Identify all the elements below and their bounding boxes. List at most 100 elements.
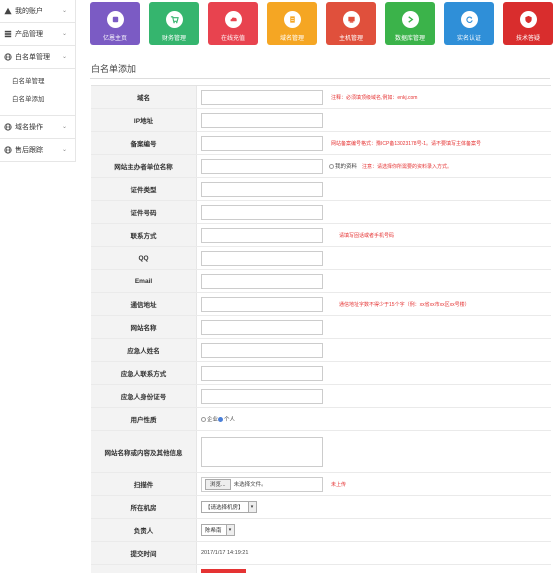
sidebar-item-whitelist[interactable]: 白名单管理 ⌄ [0,46,76,69]
emer-contact-input[interactable] [201,365,323,381]
field-label: 网站名称 [91,316,197,338]
globe-icon [3,53,12,62]
form-row-submit-time: 提交时间 2017/1/17 14:19:21 [91,542,551,565]
qq-input[interactable] [201,250,323,266]
field-label: 网站主办者单位名称 [91,155,197,177]
address-input[interactable] [201,296,323,312]
form-row-cert-type: 证件类型 [91,178,551,201]
chevron-down-icon: ⌄ [61,54,67,60]
form-row-scan: 扫描件 浏览... 未选择文件。 未上传 [91,473,551,496]
email-input[interactable] [201,273,323,289]
form-row-site-name: 网站名称 [91,316,551,339]
field-label: 证件号码 [91,201,197,223]
arrow-right-icon [401,11,419,28]
field-label: 所在机房 [91,496,197,518]
emer-id-input[interactable] [201,388,323,404]
tile-domain[interactable]: 域名管理 [267,2,317,45]
field-label: 应急人联系方式 [91,362,197,384]
form-row-qq: QQ [91,247,551,270]
sidebar-item-label: 白名单管理 [15,54,50,61]
personal-radio[interactable]: 个人 [218,415,235,423]
field-label: 用户性质 [91,408,197,430]
field-label: 应急人身份证号 [91,385,197,407]
server-icon [342,11,360,28]
whitelist-form: 域名 注释：必须填顶级域名,例如：enkj.com IP地址 备案编号 网站备案… [91,85,551,573]
chevron-down-icon: ⌄ [61,31,67,37]
shield-icon [519,11,537,28]
tile-recharge[interactable]: 在线充值 [208,2,258,45]
host-input[interactable] [201,158,323,174]
file-status: 未选择文件。 [233,482,267,488]
form-row-address: 通信地址 通信地址字数不得少于15个字（例：xx省xx市xx区xx号楼） [91,293,551,316]
site-content-textarea[interactable] [201,436,323,467]
form-row-ip: IP地址 [91,109,551,132]
sidebar-item-my-account[interactable]: 我的账户 ⌄ [0,0,76,23]
sidebar-item-label: 我的账户 [15,8,43,15]
sidebar-subitem-whitelist-manage[interactable]: 白名单管理 [0,73,75,91]
field-label: 证件类型 [91,178,197,200]
form-row-contact: 联系方式 请填写固话或者手机号码 [91,224,551,247]
refresh-icon [460,11,478,28]
chevron-down-icon: ⌄ [61,8,67,14]
contact-input[interactable] [201,227,323,243]
domain-input[interactable] [201,89,323,105]
sidebar-item-products[interactable]: 产品管理 ⌄ [0,23,76,46]
cloud-icon [224,11,242,28]
beian-input[interactable] [201,135,323,151]
page-title: 白名单添加 [91,64,137,74]
field-label: 备案编号 [91,132,197,154]
tile-database[interactable]: 数据库管理 [385,2,435,45]
room-select[interactable]: 【请选择机房】 ▾ [201,501,257,513]
submit-time-value: 2017/1/17 14:19:21 [201,550,249,556]
home-icon [106,11,124,28]
scan-note: 未上传 [331,481,347,488]
field-label: 扫描件 [91,473,197,495]
form-row-owner: 负责人 陈希南 ▾ [91,519,551,542]
field-label: Email [91,270,197,292]
field-label-empty [91,565,197,573]
chevron-down-icon: ⌄ [61,147,67,153]
address-note: 通信地址字数不得少于15个字（例：xx省xx市xx区xx号楼） [339,301,470,308]
file-input[interactable]: 浏览... 未选择文件。 [201,476,323,492]
emer-name-input[interactable] [201,342,323,358]
field-label: 域名 [91,86,197,108]
form-row-host: 网站主办者单位名称 我的资料 注意：请选择你所需要的资料录入方式。 [91,155,551,178]
form-row-email: Email [91,270,551,293]
chevron-down-icon: ⌄ [61,124,67,130]
site-name-input[interactable] [201,319,323,335]
tile-host[interactable]: 主机管理 [326,2,376,45]
save-button[interactable]: 保存 [201,569,246,573]
chevron-down-icon: ▾ [247,502,256,512]
field-label: 应急人姓名 [91,339,197,361]
sidebar-item-label: 域名操作 [15,124,43,131]
cert-no-input[interactable] [201,204,323,220]
ip-input[interactable] [201,112,323,128]
cert-type-input[interactable] [201,181,323,197]
globe-icon [3,146,12,155]
tile-finance[interactable]: 财务管理 [149,2,199,45]
field-label: 联系方式 [91,224,197,246]
sidebar-item-domain-ops[interactable]: 域名操作 ⌄ [0,116,76,139]
sidebar-item-label: 产品管理 [15,31,43,38]
enterprise-radio[interactable]: 企业 [201,415,218,423]
browse-button[interactable]: 浏览... [205,478,231,490]
sidebar: 我的账户 ⌄ 产品管理 ⌄ 白名单管理 ⌄ 白名单管理 白名单添加 域名操作 ⌄… [0,0,76,573]
my-info-radio[interactable]: 我的资料 [329,162,357,170]
chevron-down-icon: ▾ [225,525,234,535]
tile-realname[interactable]: 实名认证 [444,2,494,45]
sidebar-item-label: 售后跟踪 [15,147,43,154]
form-row-beian: 备案编号 网站备案编号格式：豫ICP备13023178号-1。请不要填写主体备案… [91,132,551,155]
field-label: QQ [91,247,197,269]
owner-select[interactable]: 陈希南 ▾ [201,524,235,536]
field-label: 网站名称或内容及其他信息 [91,431,197,472]
field-label: 提交时间 [91,542,197,564]
cart-icon [165,11,183,28]
form-row-domain: 域名 注释：必须填顶级域名,例如：enkj.com [91,86,551,109]
quick-nav-tiles: 亿恩主页 财务管理 在线充值 域名管理 主机管理 数据库管理 实名认证 技术答疑 [90,2,553,45]
field-label: IP地址 [91,109,197,131]
tile-support[interactable]: 技术答疑 [503,2,553,45]
host-note: 注意：请选择你所需要的资料录入方式。 [362,163,453,170]
sidebar-subitem-whitelist-add[interactable]: 白名单添加 [0,91,75,109]
tile-home[interactable]: 亿恩主页 [90,2,140,45]
sidebar-item-aftersales[interactable]: 售后跟踪 ⌄ [0,139,76,162]
